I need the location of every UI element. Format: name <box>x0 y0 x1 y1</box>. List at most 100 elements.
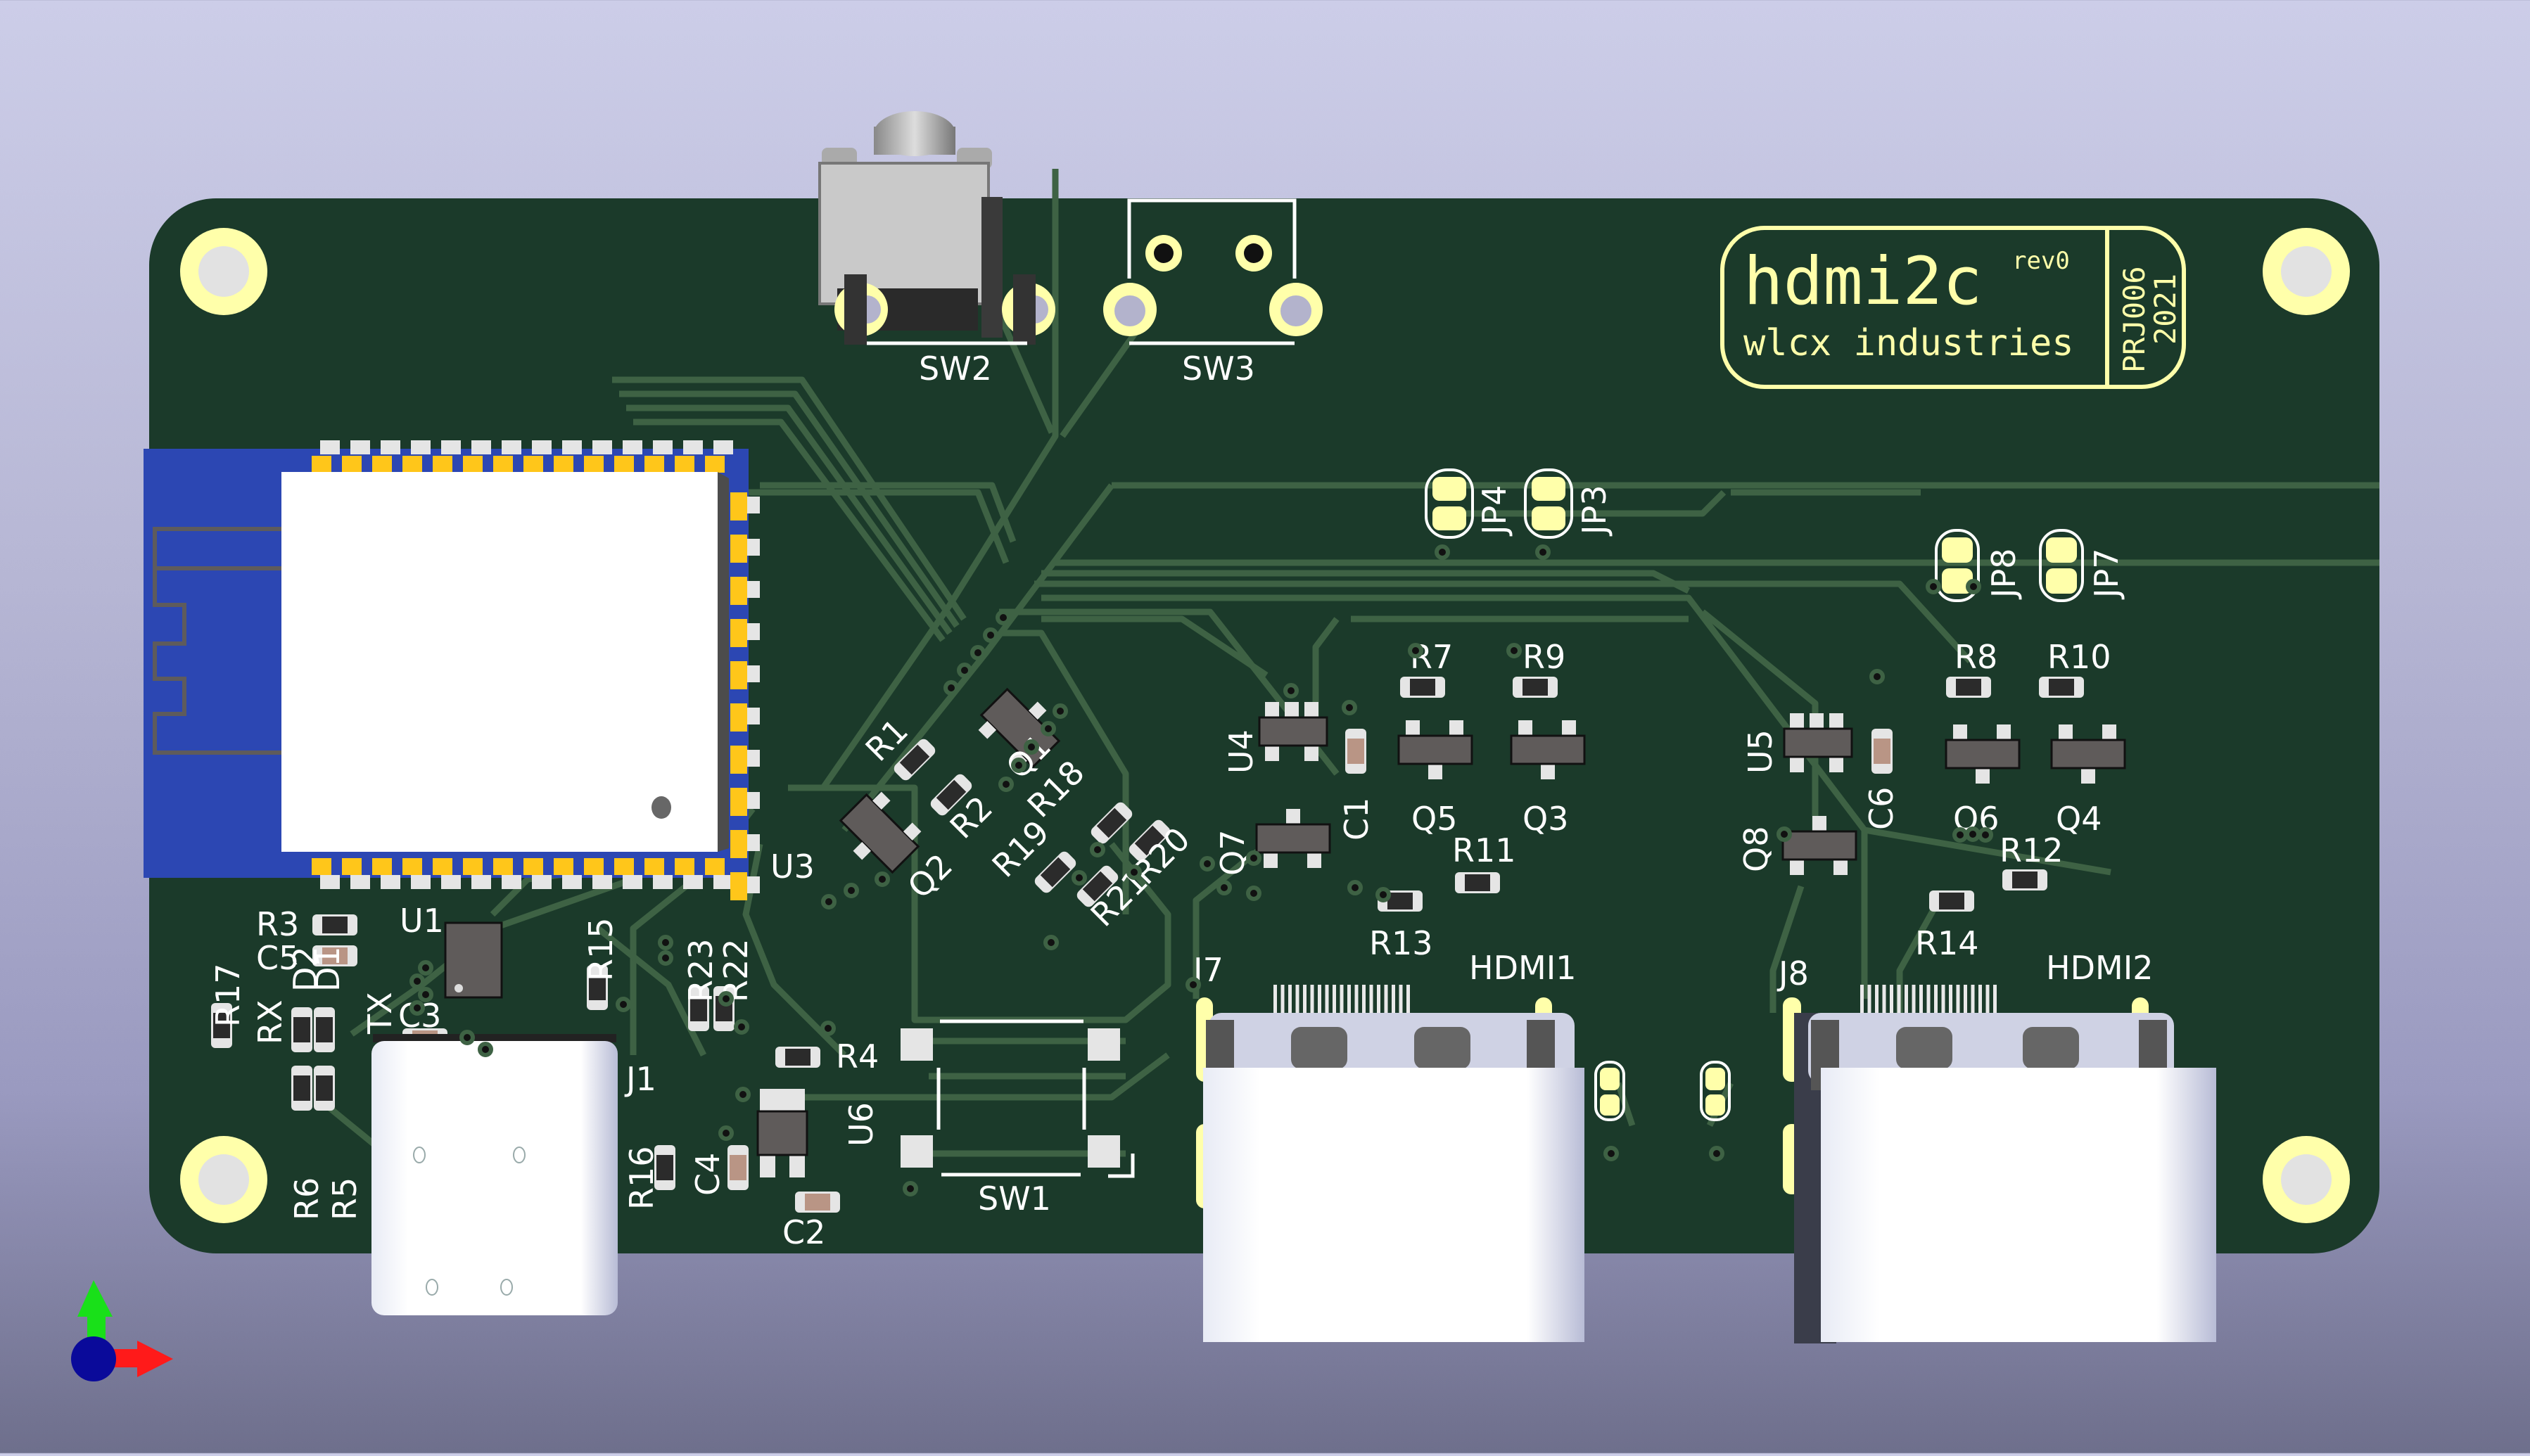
x-axis-arrow-icon <box>137 1341 173 1377</box>
module-pad <box>730 746 747 774</box>
via <box>1709 1146 1724 1161</box>
module-pad <box>747 623 760 640</box>
via <box>957 663 972 678</box>
mounting-hole <box>2263 1136 2350 1223</box>
via <box>998 777 1014 792</box>
module-pad <box>730 830 747 858</box>
capacitor-c1[interactable] <box>1345 729 1366 774</box>
module-pad <box>312 456 331 473</box>
hdmi-connector-j7[interactable] <box>1196 985 1584 1342</box>
via <box>996 610 1011 625</box>
via <box>418 960 433 976</box>
module-pad <box>372 456 392 473</box>
module-pad <box>463 858 483 875</box>
resistor-r11[interactable] <box>1455 872 1500 893</box>
esp32-module-u3[interactable] <box>144 440 760 900</box>
module-pad <box>592 875 612 889</box>
label-u3: U3 <box>770 848 815 886</box>
label-r5: R5 <box>326 1177 364 1220</box>
module-pad <box>644 858 664 875</box>
via <box>1603 1146 1619 1161</box>
module-pad <box>730 788 747 816</box>
module-pad <box>730 703 747 732</box>
module-pad <box>523 456 543 473</box>
module-pad <box>372 858 392 875</box>
module-pad <box>402 858 422 875</box>
via <box>1347 880 1363 895</box>
label-c1: C1 <box>1337 798 1375 841</box>
resistor-r3[interactable] <box>312 914 357 935</box>
label-u1: U1 <box>400 902 444 940</box>
resistor-r14[interactable] <box>1929 890 1974 912</box>
module-pad <box>713 440 733 454</box>
module-pad <box>644 456 664 473</box>
resistor-r6[interactable] <box>291 1066 312 1111</box>
via <box>734 1019 749 1035</box>
via <box>1978 827 1993 843</box>
module-pad <box>493 858 513 875</box>
label-r6: R6 <box>288 1177 326 1220</box>
label-r23: R23 <box>682 939 720 1003</box>
via <box>1966 579 1981 594</box>
led-d2[interactable] <box>291 1007 312 1052</box>
resistor-r12[interactable] <box>2002 869 2047 890</box>
via <box>418 987 433 1002</box>
capacitor-c4[interactable] <box>727 1145 749 1190</box>
label-r8: R8 <box>1954 638 1997 676</box>
module-pad <box>532 875 552 889</box>
via <box>1011 758 1026 773</box>
module-pad <box>623 440 642 454</box>
via <box>970 645 986 660</box>
label-tx: TX <box>361 992 399 1035</box>
label-d1: D1 <box>309 946 347 992</box>
module-pad <box>730 492 747 521</box>
capacitor-c6[interactable] <box>1871 729 1893 774</box>
label-r3: R3 <box>256 905 299 943</box>
resistor-r8[interactable] <box>1946 677 1991 698</box>
resistor-r9[interactable] <box>1513 677 1558 698</box>
led-d1[interactable] <box>314 1007 335 1052</box>
module-pad <box>523 858 543 875</box>
label-sw1: SW1 <box>978 1180 1051 1218</box>
3d-viewport[interactable]: hdmi2c rev0 wlcx industries PRJ006 2021 … <box>0 0 2530 1453</box>
usb-c-connector-j1[interactable] <box>371 1034 618 1315</box>
module-pad <box>350 875 370 889</box>
module-pad <box>675 456 694 473</box>
via <box>735 1087 751 1102</box>
label-jp3: JP3 <box>1575 485 1613 537</box>
resistor-r4[interactable] <box>775 1047 820 1068</box>
label-hdmi2: HDMI2 <box>2046 949 2154 987</box>
via <box>1041 721 1056 736</box>
via <box>1072 870 1087 886</box>
label-jp8: JP8 <box>1985 548 2023 600</box>
module-pad <box>411 875 431 889</box>
label-j1: J1 <box>624 1060 656 1098</box>
label-r11: R11 <box>1452 831 1516 869</box>
module-pad <box>584 456 604 473</box>
label-r15: R15 <box>582 918 620 982</box>
resistor-r5[interactable] <box>314 1066 335 1111</box>
module-pad <box>653 875 673 889</box>
module-pad <box>463 456 483 473</box>
label-q5: Q5 <box>1411 800 1457 838</box>
via <box>658 950 673 966</box>
module-pad <box>350 440 370 454</box>
via <box>1024 739 1039 755</box>
via <box>1435 544 1450 560</box>
via <box>820 1021 836 1036</box>
resistor-r7[interactable] <box>1400 677 1445 698</box>
label-q8: Q8 <box>1737 826 1775 872</box>
module-pad <box>562 875 582 889</box>
hdmi-connector-j8[interactable] <box>1783 985 2216 1343</box>
module-pad <box>747 665 760 682</box>
via <box>1216 880 1232 895</box>
via <box>1246 850 1261 866</box>
label-u6: U6 <box>842 1102 880 1147</box>
module-pad <box>441 440 461 454</box>
capacitor-c2[interactable] <box>795 1192 840 1213</box>
module-pad <box>747 581 760 598</box>
module-pad <box>381 875 400 889</box>
axis-gizmo[interactable] <box>71 1280 173 1381</box>
module-pad <box>562 440 582 454</box>
resistor-r10[interactable] <box>2039 677 2084 698</box>
